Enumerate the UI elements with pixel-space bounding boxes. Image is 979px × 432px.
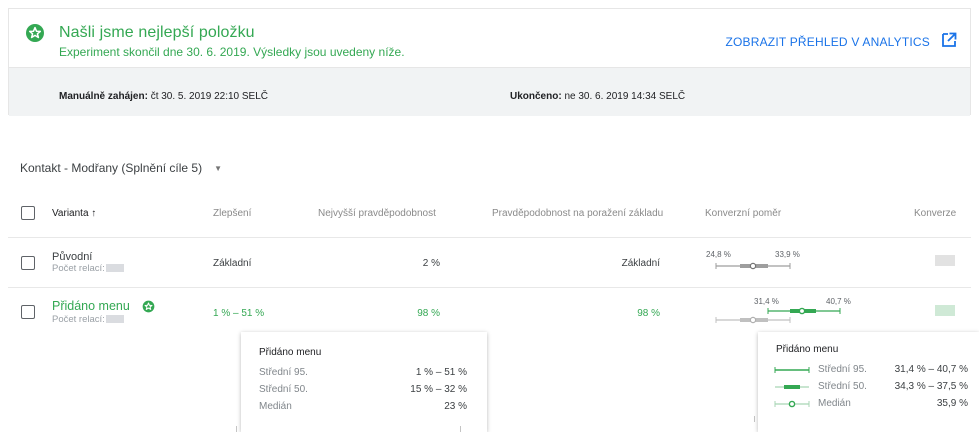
tooltip-label: Medián [259,401,292,412]
header-best-probability[interactable]: Nejvyšší pravděpodobnost [318,208,436,219]
axis-tick [754,416,755,422]
objective-dropdown[interactable]: Kontakt - Modřany (Splnění cíle 5) ▼ [20,161,222,175]
baseline-median-marker [749,316,757,324]
tooltip-value: 23 % [444,401,467,412]
tooltip-value: 34,3 % – 37,5 % [894,381,968,392]
banner-subtitle: Experiment skončil dne 30. 6. 2019. Výsl… [59,45,405,59]
row-divider [8,237,971,238]
header-beat-baseline[interactable]: Pravděpodobnost na poražení základu [492,208,663,219]
experiment-dates-bar: Manuálně zahájen: čt 30. 5. 2019 22:10 S… [9,67,970,116]
redacted-conversions [935,255,955,266]
started-value: čt 30. 5. 2019 22:10 SELČ [150,91,268,102]
legend-median-icon [774,400,810,408]
tooltip-label: Střední 95. [818,364,867,375]
axis-tick [460,426,461,432]
redacted-conversions [935,305,955,316]
row-checkbox[interactable] [21,305,35,319]
legend-50-icon [775,385,809,389]
ended-value: ne 30. 6. 2019 14:34 SELČ [564,91,686,102]
dropdown-caret-icon: ▼ [214,164,223,174]
banner-header: Našli jsme nejlepší položku Experiment s… [9,9,970,67]
winner-star-icon [142,300,155,313]
tooltip-label: Střední 50. [818,381,867,392]
beat-baseline-cell: 98 % [637,308,660,319]
tooltip-value: 35,9 % [936,398,968,409]
open-in-new-icon[interactable] [940,31,958,49]
redacted-value [105,264,124,273]
best-probability-cell: 98 % [417,308,440,319]
tooltip-value: 31,4 % – 40,7 % [894,364,968,375]
tooltip-label: Střední 95. [259,367,308,378]
ci-low-label: 24,8 % [706,250,731,259]
view-in-analytics-link[interactable]: ZOBRAZIT PŘEHLED V ANALYTICS [725,35,930,49]
started-label: Manuálně zahájen: [59,91,148,102]
select-all-checkbox[interactable] [21,206,35,220]
legend-95-icon [774,367,810,373]
started-info: Manuálně zahájen: čt 30. 5. 2019 22:10 S… [59,91,268,102]
best-probability-cell: 2 % [422,258,440,269]
header-conversion-rate[interactable]: Konverzní poměr [705,208,781,219]
tooltip-label: Medián [818,398,851,409]
row-divider [8,287,971,288]
experiment-result-banner: Našli jsme nejlepší položku Experiment s… [8,8,971,116]
variant-name: Původní [52,251,93,263]
variant-name-link[interactable]: Přidáno menu [52,299,130,313]
sessions-label: Počet relací: [52,263,105,274]
tooltip-value: 15 % – 32 % [410,384,467,395]
improvement-cell[interactable]: 1 % – 51 % [213,308,264,319]
conversion-interval-chart[interactable] [710,305,850,327]
tooltip-title: Přidáno menu [776,344,839,355]
sessions-count: Počet relací: [52,263,124,274]
header-conversions[interactable]: Konverze [914,208,956,219]
tooltip-value: 1 % – 51 % [415,367,467,378]
improvement-tooltip: Přidáno menu Střední 95. 1 % – 51 % Stře… [241,332,487,432]
row-checkbox[interactable] [21,256,35,270]
ended-label: Ukončeno: [510,91,562,102]
conversion-interval-chart[interactable] [710,260,810,272]
tooltip-label: Střední 50. [259,384,308,395]
redacted-value [105,315,124,324]
banner-title: Našli jsme nejlepší položku [59,24,255,41]
conversion-rate-tooltip: Přidáno menu Střední 95. 31,4 % – 40,7 %… [758,332,979,432]
ended-info: Ukončeno: ne 30. 6. 2019 14:34 SELČ [510,91,685,102]
beat-baseline-cell: Základní [621,258,660,269]
objective-label: Kontakt - Modřany (Splnění cíle 5) [20,161,203,175]
tooltip-title: Přidáno menu [259,347,322,358]
sessions-count: Počet relací: [52,314,124,325]
axis-tick [236,426,237,432]
sessions-label: Počet relací: [52,314,105,325]
median-marker [749,262,757,270]
header-variant[interactable]: Varianta ↑ [52,208,96,219]
star-check-icon [26,24,44,42]
improvement-cell: Základní [213,258,252,269]
header-improvement[interactable]: Zlepšení [213,208,251,219]
ci-high-label: 33,9 % [775,250,800,259]
median-marker [798,307,806,315]
